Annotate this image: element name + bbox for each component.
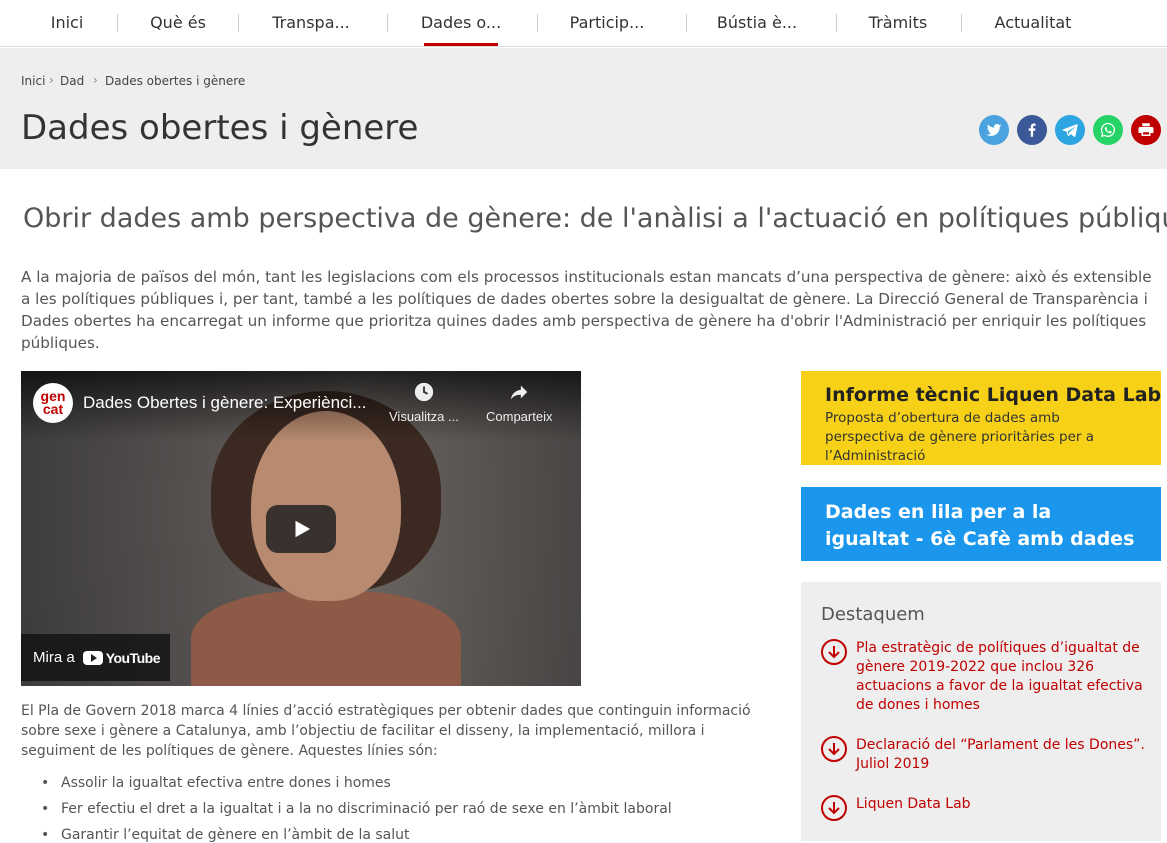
nav-separator (686, 14, 687, 32)
youtube-wordmark: YouTube (105, 649, 161, 666)
cafe-amb-dades-card[interactable]: Dades en lila per a la igualtat - 6è Caf… (801, 487, 1161, 561)
strategic-lines-list: Assolir la igualtat efectiva entre dones… (41, 770, 672, 843)
watch-later-label: Visualitza ... (389, 409, 459, 424)
nav-item-transparencia[interactable]: Transpa... (265, 0, 357, 46)
breadcrumb-current: Dades obertes i gènere (105, 74, 246, 88)
breadcrumb-home[interactable]: Inici (21, 74, 45, 88)
whatsapp-icon (1100, 122, 1115, 138)
download-arrow-icon (821, 795, 847, 821)
card-title: Dades en lila per a la igualtat - 6è Caf… (825, 501, 1135, 550)
facebook-share-button[interactable] (1017, 115, 1047, 145)
download-arrow-icon (821, 639, 847, 665)
list-item: Assolir la igualtat efectiva entre dones… (41, 770, 672, 796)
watch-on-youtube-button[interactable]: Mira a YouTube (21, 634, 170, 681)
share-video-button[interactable]: Comparteix (486, 381, 552, 424)
nav-item-actualitat[interactable]: Actualitat (985, 0, 1081, 46)
share-label: Comparteix (486, 409, 553, 424)
nav-item-tramits[interactable]: Tràmits (860, 0, 936, 46)
top-navigation: Inici Què és Transpa... Dades o... Parti… (0, 0, 1167, 47)
nav-item-que-es[interactable]: Què és (140, 0, 216, 46)
download-arrow-icon (821, 736, 847, 762)
telegram-share-button[interactable] (1055, 115, 1085, 145)
list-item: Garantir l’equitat de gènere en l’àmbit … (41, 822, 672, 843)
nav-item-bustia-etica[interactable]: Bústia è... (710, 0, 804, 46)
nav-separator (117, 14, 118, 32)
nav-separator (387, 14, 388, 32)
body-paragraph: El Pla de Govern 2018 marca 4 línies d’a… (21, 703, 751, 759)
section-subtitle: Obrir dades amb perspectiva de gènere: d… (23, 203, 1167, 234)
share-arrow-icon (510, 385, 528, 400)
intro-paragraph: A la majoria de països del món, tant les… (21, 268, 1152, 352)
channel-logo-line: cat (42, 401, 64, 417)
twitter-share-button[interactable] (979, 115, 1009, 145)
nav-separator (836, 14, 837, 32)
page-title: Dades obertes i gènere (21, 108, 419, 148)
twitter-icon (986, 124, 1002, 136)
facebook-icon (1028, 123, 1036, 137)
breadcrumb-dades-obertes[interactable]: Dad (60, 74, 84, 88)
highlight-link-label[interactable]: Pla estratègic de polítiques d’igualtat … (856, 639, 1146, 715)
nav-item-participacio[interactable]: Particip... (560, 0, 654, 46)
highlight-link-pla-estrategic[interactable]: Pla estratègic de polítiques d’igualtat … (821, 639, 1143, 719)
print-icon (1138, 123, 1154, 136)
print-button[interactable] (1131, 115, 1161, 145)
video-thumbnail-person-body (191, 591, 461, 686)
watch-later-button[interactable]: Visualitza ... (389, 381, 459, 424)
breadcrumb-separator: › (49, 73, 54, 87)
highlight-link-label[interactable]: Declaració del “Parlament de les Dones”.… (856, 736, 1146, 774)
list-item: Fer efectiu el dret a la igualtat i a la… (41, 796, 672, 822)
play-button[interactable] (266, 505, 336, 553)
card-title: Informe tècnic Liquen Data Lab (825, 384, 1162, 406)
youtube-play-icon (82, 650, 103, 665)
highlights-box: Destaquem Pla estratègic de polítiques d… (801, 582, 1161, 841)
nav-separator (537, 14, 538, 32)
card-subtitle: Proposta d’obertura de dades amb perspec… (825, 410, 1095, 464)
nav-separator (238, 14, 239, 32)
clock-icon (414, 382, 434, 402)
nav-active-indicator (424, 43, 498, 46)
youtube-video-player[interactable]: gen cat Dades Obertes i gènere: Experiènc… (21, 371, 581, 686)
channel-logo[interactable]: gen cat (33, 383, 73, 423)
telegram-icon (1062, 124, 1078, 137)
liquen-report-card[interactable]: Informe tècnic Liquen Data Lab Proposta … (801, 371, 1161, 465)
youtube-logo: YouTube (82, 649, 161, 666)
highlight-link-liquen[interactable]: Liquen Data Lab (821, 795, 1141, 823)
play-icon (295, 520, 311, 538)
whatsapp-share-button[interactable] (1093, 115, 1123, 145)
highlight-link-label[interactable]: Liquen Data Lab (856, 795, 1146, 814)
breadcrumb-separator: › (93, 73, 98, 87)
highlight-link-parlament-dones[interactable]: Declaració del “Parlament de les Dones”.… (821, 736, 1145, 776)
nav-item-inici[interactable]: Inici (40, 0, 94, 46)
nav-item-dades-obertes[interactable]: Dades o... (414, 0, 508, 46)
video-title[interactable]: Dades Obertes i gènere: Experiènci... (83, 393, 366, 413)
watch-on-label: Mira a (33, 649, 75, 666)
highlights-heading: Destaquem (821, 604, 925, 625)
nav-separator (961, 14, 962, 32)
